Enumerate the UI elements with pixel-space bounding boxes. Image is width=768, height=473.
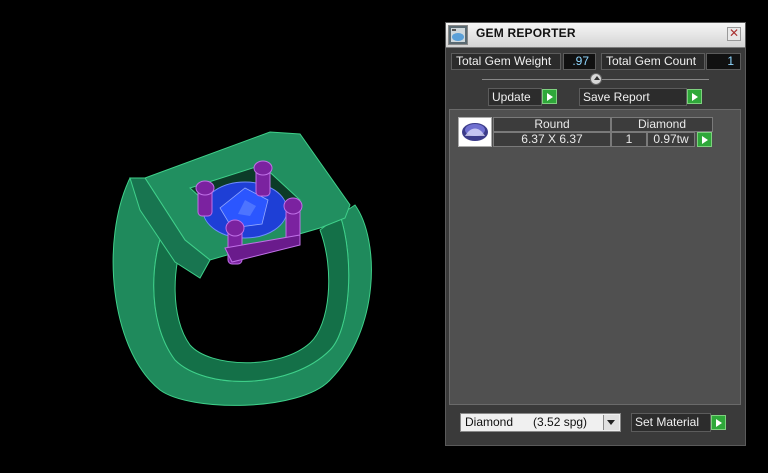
gem-shape-cell: Round	[493, 117, 611, 132]
chevron-down-icon[interactable]	[603, 415, 619, 430]
3d-viewport[interactable]	[0, 0, 445, 468]
ring-model	[112, 131, 372, 406]
set-material-play-icon[interactable]	[711, 415, 726, 430]
gem-weight-cell: 0.97tw	[647, 132, 695, 147]
panel-titlebar[interactable]: GEM REPORTER ✕	[446, 23, 745, 48]
close-button[interactable]: ✕	[727, 27, 741, 41]
gem-row-play-icon[interactable]	[697, 132, 712, 147]
save-report-button[interactable]: Save Report	[579, 88, 687, 106]
total-gem-count-value: 1	[706, 53, 741, 70]
gem-list[interactable]: Round Diamond 6.37 X 6.37 1 0.97tw	[449, 109, 741, 405]
total-gem-weight-label: Total Gem Weight	[451, 53, 561, 70]
total-gem-count-label: Total Gem Count	[601, 53, 705, 70]
save-report-play-icon[interactable]	[687, 89, 702, 104]
panel-slider-knob[interactable]	[590, 73, 602, 85]
gem-reporter-app-icon	[448, 25, 468, 45]
total-gem-weight-value: .97	[563, 53, 596, 70]
update-button[interactable]: Update	[488, 88, 542, 106]
set-material-button[interactable]: Set Material	[631, 413, 711, 432]
material-select[interactable]: Diamond (3.52 spg)	[460, 413, 621, 432]
gem-reporter-panel: GEM REPORTER ✕ Total Gem Weight .97 Tota…	[445, 22, 746, 446]
round-gem-thumbnail-icon	[458, 117, 492, 147]
gem-material-cell: Diamond	[611, 117, 713, 132]
update-play-icon[interactable]	[542, 89, 557, 104]
material-select-value: Diamond (3.52 spg)	[465, 415, 588, 429]
gem-size-cell: 6.37 X 6.37	[493, 132, 611, 147]
gem-count-cell: 1	[611, 132, 647, 147]
panel-title: GEM REPORTER	[476, 26, 576, 40]
close-icon: ✕	[728, 26, 740, 40]
